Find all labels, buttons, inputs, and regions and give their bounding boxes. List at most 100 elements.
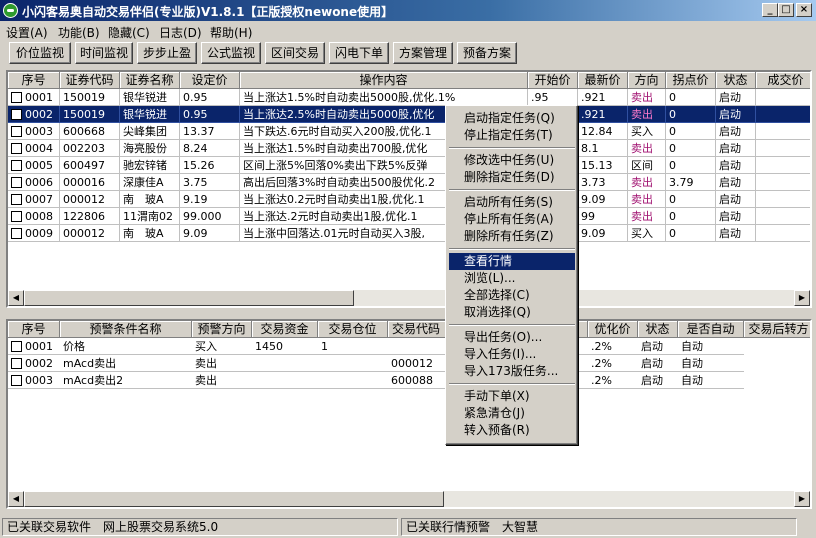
context-menu-item[interactable]: 全部选择(C) (449, 287, 575, 304)
title-bar[interactable]: 小闪客易奥自动交易伴侣(专业版)V1.8.1【正版授权newone使用】 _ □… (0, 0, 816, 21)
context-menu-item[interactable]: 停止所有任务(A) (449, 211, 575, 228)
row-number-cell: 0003 (8, 372, 60, 389)
context-menu-item[interactable]: 查看行情 (449, 253, 575, 270)
col-header[interactable]: 状态 (638, 321, 678, 338)
table-row[interactable]: 0001 价格 买入 1450 1 .2% 启动 自动 (8, 338, 810, 355)
close-button[interactable]: × (796, 3, 812, 17)
table-row[interactable]: 0005 600497 驰宏锌锗 15.26 区间上涨5%回落0%卖出下跌5%反弹 15.… (8, 157, 810, 174)
status-quote-link: 已关联行情预警 大智慧 (401, 518, 797, 536)
col-header[interactable]: 操作内容 (240, 72, 528, 89)
table-row[interactable]: 0006 000016 深康佳A 3.75 高出后回落3%时自动卖出500股优化.2 3.… (8, 174, 810, 191)
table-row[interactable]: 0003 mAcd卖出2 卖出 600088.2% 启动 自动 (8, 372, 810, 389)
context-menu-item[interactable]: 删除所有任务(Z) (449, 228, 575, 245)
row-checkbox[interactable] (11, 211, 22, 222)
context-menu-item[interactable]: 导入173版任务... (449, 363, 575, 380)
menu-settings[interactable]: 设置(A) (6, 24, 48, 41)
formula-monitor-button[interactable]: 公式监视 (201, 42, 261, 64)
row-checkbox[interactable] (11, 194, 22, 205)
horizontal-scrollbar[interactable]: ◀ ▶ (8, 290, 810, 306)
price-monitor-button[interactable]: 价位监视 (9, 42, 71, 64)
menu-log[interactable]: 日志(D) (159, 24, 202, 41)
row-number-cell: 0004 (8, 140, 60, 157)
context-menu-item[interactable]: 启动指定任务(Q) (449, 110, 575, 127)
context-menu-item[interactable]: 导入任务(I)... (449, 346, 575, 363)
col-header[interactable]: 证券代码 (60, 72, 120, 89)
row-checkbox[interactable] (11, 92, 22, 103)
table-row[interactable]: 0001 150019 银华锐进 0.95 当上涨达1.5%时自动卖出5000股,优化.… (8, 89, 810, 106)
col-header[interactable]: 拐点价 (666, 72, 716, 89)
context-menu-item[interactable]: 取消选择(Q) (449, 304, 575, 321)
row-checkbox[interactable] (11, 228, 22, 239)
col-header[interactable]: 证券名称 (120, 72, 180, 89)
name-cell: 驰宏锌锗 (120, 157, 180, 174)
col-header[interactable]: 序号 (8, 72, 60, 89)
scroll-right-icon[interactable]: ▶ (794, 290, 810, 306)
row-checkbox[interactable] (11, 109, 22, 120)
menu-help[interactable]: 帮助(H) (210, 24, 252, 41)
task-table[interactable]: 序号 证券代码 证券名称 设定价 操作内容 开始价 最新价 方向 拐点价 状态 … (6, 70, 812, 308)
row-checkbox[interactable] (11, 126, 22, 137)
col-header[interactable]: 状态 (716, 72, 756, 89)
time-monitor-button[interactable]: 时间监视 (75, 42, 133, 64)
horizontal-scrollbar[interactable]: ◀ ▶ (8, 491, 810, 507)
row-checkbox[interactable] (11, 375, 22, 386)
menu-function[interactable]: 功能(B) (58, 24, 100, 41)
plan-manage-button[interactable]: 方案管理 (393, 42, 453, 64)
scroll-right-icon[interactable]: ▶ (794, 491, 810, 507)
context-menu-item[interactable]: 修改选中任务(U) (449, 152, 575, 169)
maximize-button[interactable]: □ (778, 3, 794, 17)
context-menu-item[interactable]: 删除指定任务(D) (449, 169, 575, 186)
alert-table[interactable]: 序号 预警条件名称 预警方向 交易资金 交易仓位 交易代码 优化价 状态 是否自… (6, 319, 812, 509)
scroll-thumb[interactable] (24, 491, 444, 507)
col-header[interactable]: 预警方向 (192, 321, 252, 338)
col-header[interactable]: 优化价 (588, 321, 638, 338)
range-trade-button[interactable]: 区间交易 (265, 42, 325, 64)
table-row[interactable]: 0002 150019 银华锐进 0.95 当上涨达2.5%时自动卖出5000股,优化.… (8, 106, 810, 123)
deal-cell (756, 106, 810, 123)
row-index: 0003 (25, 125, 53, 138)
context-menu-item[interactable]: 紧急清仓(J) (449, 405, 575, 422)
col-header[interactable]: 开始价 (528, 72, 578, 89)
code-cell: 000012 (60, 191, 120, 208)
col-header[interactable]: 交易后转方 (744, 321, 810, 338)
col-header[interactable]: 序号 (8, 321, 60, 338)
col-header[interactable]: 预警条件名称 (60, 321, 192, 338)
scroll-thumb[interactable] (24, 290, 354, 306)
table-row[interactable]: 0003 600668 尖峰集团 13.37 当下跌达.6元时自动买入200股,优化.1… (8, 123, 810, 140)
scroll-left-icon[interactable]: ◀ (8, 290, 24, 306)
table-row[interactable]: 0008 122806 11渭南02 99.000 当上涨达.2元时自动卖出1股,优化.… (8, 208, 810, 225)
row-number-cell: 0001 (8, 89, 60, 106)
row-checkbox[interactable] (11, 358, 22, 369)
table-row[interactable]: 0002 mAcd卖出 卖出 000012.2% 启动 自动 (8, 355, 810, 372)
col-header[interactable]: 最新价 (578, 72, 628, 89)
turn-cell: 0 (666, 225, 716, 242)
backup-plan-button[interactable]: 预备方案 (457, 42, 517, 64)
col-header[interactable]: 交易仓位 (318, 321, 388, 338)
col-header[interactable]: 是否自动 (678, 321, 744, 338)
table-row[interactable]: 0004 002203 海亮股份 8.24 当上涨达1.5%时自动卖出700股,优化 8.… (8, 140, 810, 157)
scroll-left-icon[interactable]: ◀ (8, 491, 24, 507)
table-row[interactable]: 0009 000012 南 玻A 9.09 当上涨中回落达.01元时自动买入3股, 9.0… (8, 225, 810, 242)
context-menu-item[interactable]: 启动所有任务(S) (449, 194, 575, 211)
context-menu-item[interactable]: 转入预备(R) (449, 422, 575, 439)
flash-order-button[interactable]: 闪电下单 (329, 42, 389, 64)
context-menu-item[interactable]: 导出任务(O)... (449, 329, 575, 346)
context-menu-item[interactable]: 浏览(L)... (449, 270, 575, 287)
col-header[interactable]: 方向 (628, 72, 666, 89)
row-checkbox[interactable] (11, 177, 22, 188)
menu-hide[interactable]: 隐藏(C) (108, 24, 150, 41)
last-cell: 8.1 (578, 140, 628, 157)
col-header[interactable]: 设定价 (180, 72, 240, 89)
context-menu-item[interactable]: 手动下单(X) (449, 388, 575, 405)
opt-cell: .2% (588, 355, 638, 372)
minimize-button[interactable]: _ (762, 3, 778, 17)
trailing-stop-button[interactable]: 步步止盈 (137, 42, 197, 64)
row-checkbox[interactable] (11, 143, 22, 154)
context-menu-item[interactable]: 停止指定任务(T) (449, 127, 575, 144)
row-checkbox[interactable] (11, 341, 22, 352)
table-row[interactable]: 0007 000012 南 玻A 9.19 当上涨达0.2元时自动卖出1股,优化.1 9.… (8, 191, 810, 208)
col-header[interactable]: 成交价 (756, 72, 810, 89)
row-index: 0003 (25, 374, 53, 387)
col-header[interactable]: 交易资金 (252, 321, 318, 338)
row-checkbox[interactable] (11, 160, 22, 171)
